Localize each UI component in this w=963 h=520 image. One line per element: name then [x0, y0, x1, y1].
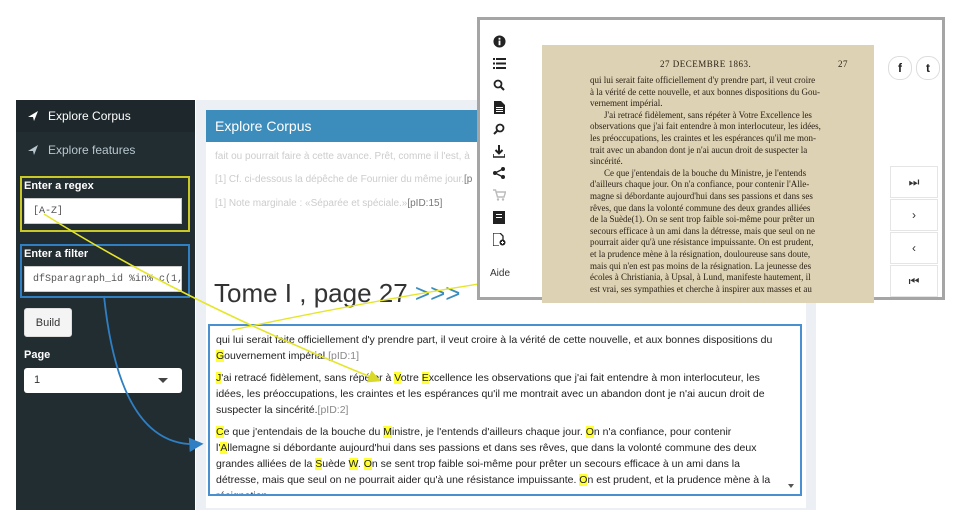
last-page-icon: ⏭ [908, 174, 920, 189]
next-page-button[interactable]: › [890, 199, 938, 231]
add-document-icon[interactable] [492, 232, 506, 246]
help-label[interactable]: Aide [490, 268, 510, 279]
scan-line: sincérité. [590, 156, 623, 167]
scan-line: secours efficace à un ami dans la détres… [590, 225, 815, 236]
scan-line: Ce que j'entendais de la bouche du Minis… [604, 167, 807, 178]
cart-icon [492, 188, 506, 202]
book-icon[interactable] [492, 210, 506, 224]
list-icon[interactable] [492, 56, 506, 70]
scan-line: vernement impérial. [590, 98, 663, 109]
scan-line: J'ai retracé fidèlement, sans répéter à … [604, 109, 812, 120]
share-icon[interactable] [492, 166, 506, 180]
scan-line: qui lui serait faite officiellement d'y … [590, 75, 816, 85]
last-page-button[interactable]: ⏭ [890, 166, 938, 198]
scan-line: est vrai, ses sympathies et cherche à in… [590, 283, 812, 294]
download-icon[interactable] [492, 144, 506, 158]
document-viewer: Aide 27 DECEMBRE 1863. 27 qui lui serait… [477, 17, 945, 303]
scan-line: observations que j'ai fait entendre à mo… [590, 121, 821, 132]
viewer-toolbar: Aide [488, 28, 512, 288]
scanned-page-image: 27 DECEMBRE 1863. 27 qui lui serait fait… [542, 45, 874, 303]
scan-line: rêves, que dans la volonté commune des d… [590, 202, 811, 213]
filter-arrow [103, 295, 204, 452]
scan-line: magne si débordante aujourd'hui dans ses… [590, 191, 813, 201]
first-page-icon: ⏮ [908, 273, 920, 288]
scan-line: de la Suède(1). On se sent trop faible s… [590, 214, 815, 225]
first-page-button[interactable]: ⏮ [890, 265, 938, 297]
scan-line: à la vérité de cette nouvelle, et aux bo… [590, 86, 820, 97]
scan-line: les préoccupations, les craintes et les … [590, 133, 817, 143]
scan-line: écoles à Christiania, à Upsal, à Lund, m… [590, 272, 811, 283]
chevron-right-icon: › [912, 208, 916, 222]
chevron-left-icon: ‹ [912, 241, 916, 255]
regex-arrow [43, 213, 381, 383]
zoom-icon[interactable] [492, 122, 506, 136]
scan-line: mais qui n'en est pas moins de la résign… [590, 260, 812, 271]
prev-page-button[interactable]: ‹ [890, 232, 938, 264]
scan-line: d'ailleurs chaque jour. On n'a confiance… [590, 179, 810, 190]
facebook-icon[interactable]: f [888, 56, 912, 80]
scan-line: trait avec un abandon dont je n'ai aucun… [590, 144, 808, 155]
scan-line: et la prudence mène à la résignation, do… [590, 249, 811, 259]
search-icon[interactable] [492, 78, 506, 92]
document-icon[interactable] [492, 100, 506, 114]
scan-line: pourrait aider qu'à une résistance impui… [590, 237, 814, 248]
info-icon[interactable] [492, 34, 506, 48]
twitter-icon[interactable]: t [916, 56, 940, 80]
